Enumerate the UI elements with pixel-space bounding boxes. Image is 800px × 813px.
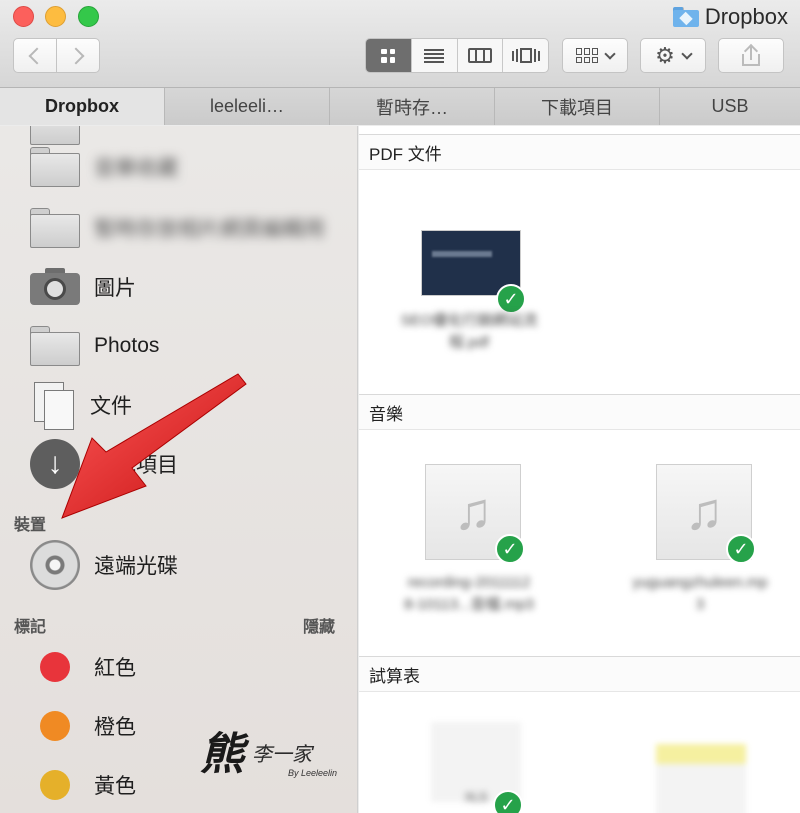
gear-icon: ⚙ <box>655 42 675 68</box>
file-item[interactable] <box>600 716 800 813</box>
sidebar-item-label: 黃色 <box>94 775 136 798</box>
dropbox-folder-icon <box>672 7 699 27</box>
devices-section-header: 裝置 <box>14 517 47 534</box>
file-name: yuguangzhuleen.mp 3 <box>632 574 768 613</box>
file-name: SEO優化行銷網站流 程.pdf <box>400 312 538 351</box>
folder-icon <box>30 147 80 187</box>
tags-section-header: 標記 <box>14 619 47 636</box>
sidebar-item-downloads[interactable]: ↓ 下載項目 <box>30 439 178 489</box>
sidebar-item-label: 下載項目 <box>94 454 178 477</box>
spreadsheet-thumbnail <box>656 744 746 813</box>
sync-check-icon: ✓ <box>726 534 756 564</box>
sidebar-item-label: 文件 <box>90 395 132 418</box>
watermark-sub: By Leeleelin <box>288 768 338 778</box>
column-view-icon <box>467 48 492 63</box>
window-toolbar: Dropbox ⚙ <box>0 0 800 88</box>
view-mode-control <box>365 38 549 73</box>
sync-check-icon: ✓ <box>495 534 525 564</box>
chevron-down-icon <box>681 47 693 60</box>
file-item[interactable]: ♫ ✓ yuguangzhuleen.mp 3 <box>600 456 800 626</box>
arrange-button[interactable] <box>562 38 628 73</box>
watermark-main: 熊 <box>200 729 244 780</box>
group-header-music: 音樂 <box>359 394 800 430</box>
watermark-text: 李一家 <box>252 742 312 766</box>
download-icon: ↓ <box>30 439 80 489</box>
column-view-button[interactable] <box>458 39 504 72</box>
sidebar-item-label: 遠端光碟 <box>94 555 178 578</box>
sidebar-tag-red[interactable]: 紅色 <box>30 642 136 692</box>
back-button[interactable] <box>13 38 57 73</box>
red-tag-dot-icon <box>40 652 70 682</box>
forward-button[interactable] <box>56 38 100 73</box>
tab-downloads[interactable]: 下載項目 <box>495 88 660 125</box>
sidebar-tag-yellow[interactable]: 黃色 <box>30 760 136 810</box>
folder-icon <box>30 326 80 366</box>
sync-check-icon: ✓ <box>493 790 523 813</box>
camera-icon <box>30 268 80 306</box>
action-button[interactable]: ⚙ <box>640 38 706 73</box>
sidebar-item-remote-disc[interactable]: 遠端光碟 <box>30 540 178 590</box>
tab-temp-storage[interactable]: 暫時存… <box>330 88 495 125</box>
icon-view-button[interactable] <box>366 39 412 72</box>
sidebar-item-music-folder[interactable]: 音樂收藏 <box>30 142 178 192</box>
tab-dropbox[interactable]: Dropbox <box>0 88 165 125</box>
list-view-icon <box>424 48 445 63</box>
tab-bar: Dropbox leeleeli… 暫時存… 下載項目 USB <box>0 88 800 125</box>
tags-hide-link[interactable]: 隱藏 <box>303 613 335 637</box>
sidebar-item-documents[interactable]: 文件 <box>30 380 132 430</box>
chevron-down-icon <box>604 47 616 60</box>
sidebar-tag-orange[interactable]: 橙色 <box>30 701 136 751</box>
file-item[interactable]: ♫ ✓ recording-2011112 8-10113...音檔.mp3 <box>369 456 569 626</box>
orange-tag-dot-icon <box>40 711 70 741</box>
file-browser: PDF 文件 ✓ SEO優化行銷網站流 程.pdf 音樂 ♫ ✓ recordi… <box>359 126 800 813</box>
chevron-left-icon <box>28 47 46 64</box>
sidebar-item-label: 橙色 <box>94 716 136 739</box>
tab-usb[interactable]: USB <box>660 88 800 125</box>
sidebar-item-label: Photos <box>94 334 160 357</box>
sidebar-item-temp-photos-folder[interactable]: 暫時存放相片網頁編輯用 <box>30 203 325 253</box>
sidebar-item-label: 暫時存放相片網頁編輯用 <box>94 218 325 241</box>
tab-leeleeli[interactable]: leeleeli… <box>165 88 330 125</box>
close-window-button[interactable] <box>13 6 34 27</box>
cover-flow-icon <box>511 48 540 63</box>
file-item[interactable]: ✓ SEO優化行銷網站流 程.pdf <box>369 186 569 366</box>
document-icon <box>30 380 76 430</box>
sidebar-item-pictures[interactable]: 圖片 <box>30 262 136 312</box>
group-header-pdf: PDF 文件 <box>359 134 800 170</box>
list-view-button[interactable] <box>412 39 458 72</box>
file-item[interactable]: XLS ✓ <box>369 716 569 813</box>
icon-view-icon <box>381 48 396 63</box>
share-icon <box>742 43 760 66</box>
sidebar: 音樂收藏 暫時存放相片網頁編輯用 圖片 Photos 文件 ↓ 下載項目 裝置 … <box>0 126 358 813</box>
watermark-logo: 熊 李一家 By Leeleelin <box>200 718 350 788</box>
cover-flow-button[interactable] <box>503 39 548 72</box>
sidebar-item-label: 音樂收藏 <box>94 157 178 180</box>
sidebar-item-label: 紅色 <box>94 657 136 680</box>
chevron-right-icon <box>67 47 85 64</box>
folder-icon <box>30 208 80 248</box>
yellow-tag-dot-icon <box>40 770 70 800</box>
zoom-window-button[interactable] <box>78 6 99 27</box>
sidebar-item-label: 圖片 <box>94 277 136 300</box>
file-name: recording-2011112 8-10113...音檔.mp3 <box>404 574 534 613</box>
arrange-grid-icon <box>576 48 598 63</box>
disc-icon <box>30 540 80 590</box>
minimize-window-button[interactable] <box>45 6 66 27</box>
window-title: Dropbox <box>672 4 788 30</box>
window-title-text: Dropbox <box>704 4 788 29</box>
group-header-spreadsheets: 試算表 <box>359 656 800 692</box>
share-button[interactable] <box>718 38 784 73</box>
sidebar-item-photos[interactable]: Photos <box>30 321 159 371</box>
